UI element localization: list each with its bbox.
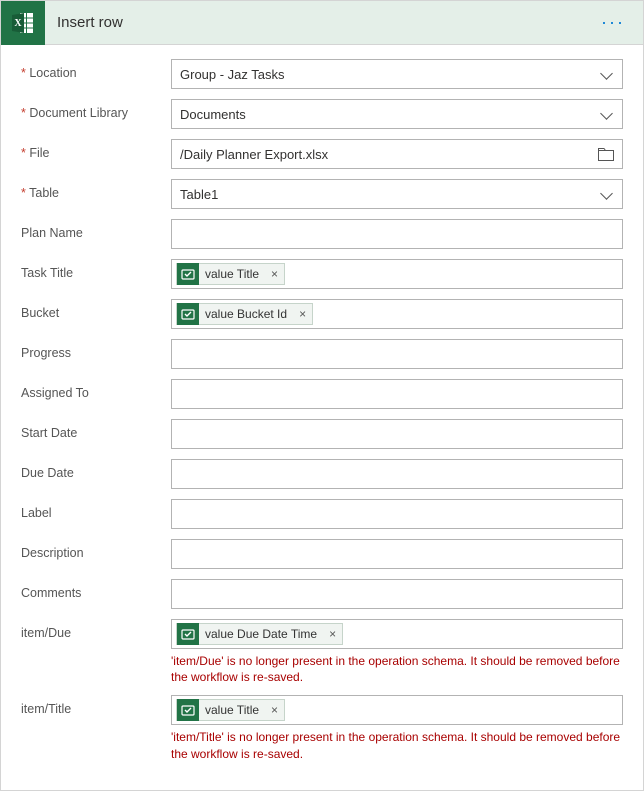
error-item-due: 'item/Due' is no longer present in the o… (171, 653, 623, 685)
label-item-title: item/Title (21, 695, 171, 716)
file-picker[interactable]: /Daily Planner Export.xlsx (171, 139, 623, 169)
location-dropdown[interactable]: Group - Jaz Tasks (171, 59, 623, 89)
token-remove[interactable]: × (265, 267, 284, 281)
excel-icon: X (1, 1, 45, 45)
token-remove[interactable]: × (265, 703, 284, 717)
token-value-bucket-id[interactable]: value Bucket Id × (176, 303, 313, 325)
label-comments: Comments (21, 579, 171, 600)
progress-input[interactable] (171, 339, 623, 369)
planner-icon (177, 263, 199, 285)
label-assigned-to: Assigned To (21, 379, 171, 400)
token-value-title[interactable]: value Title × (176, 263, 285, 285)
error-item-title: 'item/Title' is no longer present in the… (171, 729, 623, 761)
label-due-date: Due Date (21, 459, 171, 480)
token-value-title[interactable]: value Title × (176, 699, 285, 721)
comments-input[interactable] (171, 579, 623, 609)
label-item-due: item/Due (21, 619, 171, 640)
card-header: X Insert row ··· (1, 1, 643, 45)
plan-name-input[interactable] (171, 219, 623, 249)
label-task-title: Task Title (21, 259, 171, 280)
label-input[interactable] (171, 499, 623, 529)
due-date-input[interactable] (171, 459, 623, 489)
label-document-library: Document Library (21, 99, 171, 120)
label-description: Description (21, 539, 171, 560)
label-plan-name: Plan Name (21, 219, 171, 240)
chevron-down-icon (600, 187, 614, 201)
item-title-input[interactable]: value Title × (171, 695, 623, 725)
chevron-down-icon (600, 67, 614, 81)
label-start-date: Start Date (21, 419, 171, 440)
token-remove[interactable]: × (323, 627, 342, 641)
token-value-due-date-time[interactable]: value Due Date Time × (176, 623, 343, 645)
item-due-input[interactable]: value Due Date Time × (171, 619, 623, 649)
card-title: Insert row (45, 14, 595, 31)
label-location: Location (21, 59, 171, 80)
label-file: File (21, 139, 171, 160)
folder-icon[interactable] (598, 147, 614, 161)
more-icon[interactable]: ··· (595, 8, 631, 37)
assigned-to-input[interactable] (171, 379, 623, 409)
chevron-down-icon (600, 107, 614, 121)
label-bucket: Bucket (21, 299, 171, 320)
label-label: Label (21, 499, 171, 520)
planner-icon (177, 699, 199, 721)
card-body: Location Group - Jaz Tasks Document Libr… (1, 45, 643, 790)
start-date-input[interactable] (171, 419, 623, 449)
svg-text:X: X (14, 18, 22, 29)
document-library-dropdown[interactable]: Documents (171, 99, 623, 129)
table-dropdown[interactable]: Table1 (171, 179, 623, 209)
bucket-input[interactable]: value Bucket Id × (171, 299, 623, 329)
task-title-input[interactable]: value Title × (171, 259, 623, 289)
label-table: Table (21, 179, 171, 200)
token-remove[interactable]: × (293, 307, 312, 321)
planner-icon (177, 303, 199, 325)
action-card: X Insert row ··· Location Group - Jaz Ta… (0, 0, 644, 791)
description-input[interactable] (171, 539, 623, 569)
planner-icon (177, 623, 199, 645)
label-progress: Progress (21, 339, 171, 360)
